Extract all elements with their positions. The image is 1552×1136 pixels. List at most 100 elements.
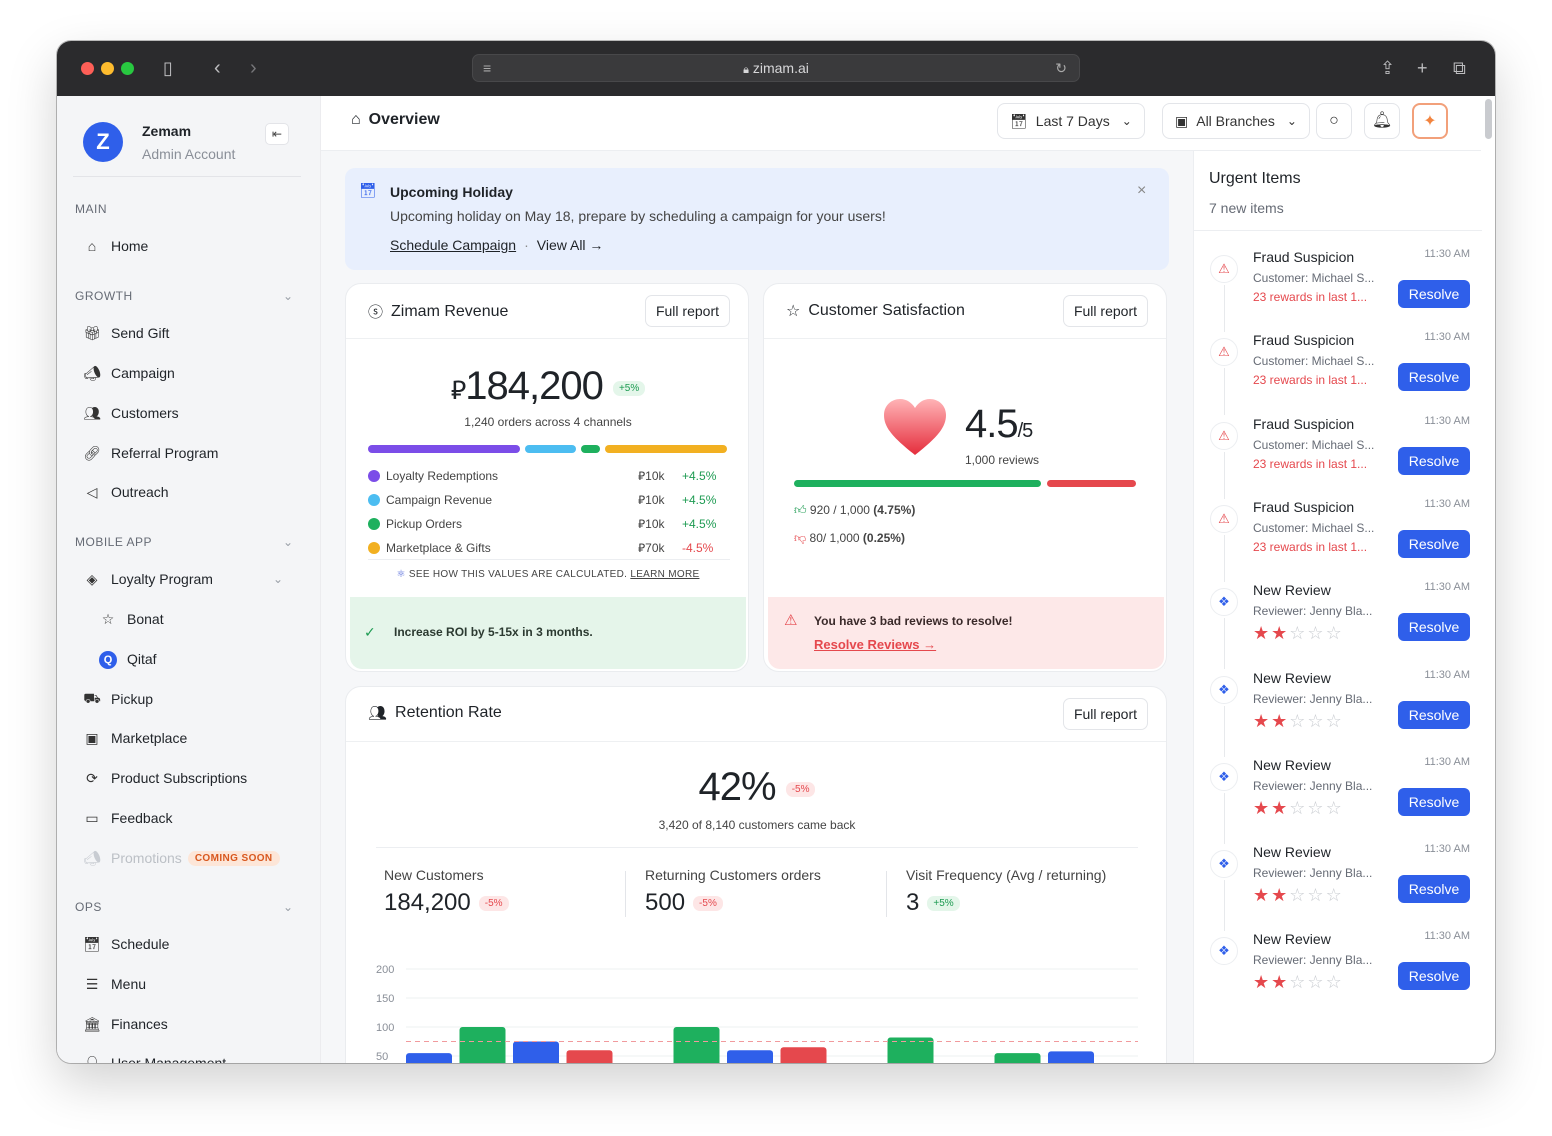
sidebar-item-bonat[interactable]: ☆ Bonat	[91, 602, 319, 636]
tab-overview-icon[interactable]: ⧉	[1453, 58, 1466, 78]
full-report-button[interactable]: Full report	[1062, 295, 1148, 327]
tag-icon: ◈	[86, 570, 98, 587]
resolve-button[interactable]: Resolve	[1398, 529, 1470, 558]
home-icon: ⌂	[87, 238, 97, 254]
minimize-window-button[interactable]	[101, 62, 114, 75]
channel-label: Loyalty Redemptions	[386, 469, 499, 483]
urgent-item-title: Fraud Suspicion	[1253, 498, 1355, 515]
resolve-button[interactable]: Resolve	[1398, 700, 1470, 729]
chevron-down-icon[interactable]: ⌄	[283, 900, 293, 914]
urgent-item-subject: Customer: Michael S...	[1253, 354, 1375, 369]
sidebar-item-outreach[interactable]: ◁ Outreach	[75, 475, 303, 509]
resolve-button[interactable]: Resolve	[1398, 280, 1470, 308]
urgent-item: ❖ New Review Reviewer: Jenny Bla... ★★☆☆☆ 11…	[1210, 756, 1470, 844]
sidebar-item-marketplace[interactable]: ▣ Marketplace	[75, 721, 303, 755]
calendar-icon: 📅︎	[83, 935, 101, 952]
retention-stat: New Customers 184,200 -5%	[384, 867, 624, 927]
sidebar-item-loyalty-program[interactable]: ◈ Loyalty Program ⌄	[75, 562, 303, 596]
review-count: 1,000 reviews	[965, 453, 1040, 467]
chart-bar[interactable]	[1048, 1051, 1094, 1063]
ai-assistant-button[interactable]: ✦	[1412, 103, 1448, 139]
negative-share-bar	[1047, 480, 1136, 487]
search-button[interactable]: ○	[1316, 103, 1352, 139]
retention-rate: 42%	[698, 765, 777, 809]
chart-bar[interactable]	[994, 1053, 1041, 1063]
chart-bar[interactable]	[406, 1053, 452, 1063]
section-title-main: MAIN	[75, 202, 107, 216]
close-icon[interactable]: ×	[1137, 182, 1146, 200]
page-menu-icon[interactable]: ≡	[483, 55, 491, 81]
chart-bar[interactable]	[673, 1027, 720, 1063]
chevron-down-icon[interactable]: ⌄	[283, 535, 293, 549]
star-empty-icon: ☆	[1325, 972, 1344, 993]
sidebar-item-customers[interactable]: 👥︎ Customers	[75, 396, 303, 430]
banner-text: Upcoming holiday on May 18, prepare by s…	[390, 208, 886, 224]
chart-bar[interactable]	[727, 1050, 773, 1063]
urgent-item: ⚠ Fraud Suspicion Customer: Michael S... 23…	[1210, 415, 1470, 499]
schedule-campaign-link[interactable]: Schedule Campaign	[390, 237, 516, 253]
sidebar-item-menu[interactable]: ☰ Menu	[75, 967, 303, 1001]
view-all-link[interactable]: View All →	[537, 237, 604, 253]
main-area: ⌂ Overview 📅︎ Last 7 Days ⌄ ▣ All Branches ⌄ …	[321, 96, 1482, 1064]
resolve-button[interactable]: Resolve	[1398, 962, 1470, 991]
sidebar-item-send-gift[interactable]: 🎁︎ Send Gift	[75, 316, 303, 350]
full-report-button[interactable]: Full report	[644, 295, 730, 327]
review-icon: ❖	[1210, 675, 1238, 704]
new-tab-icon[interactable]: +	[1417, 58, 1428, 78]
sidebar-item-home[interactable]: ⌂ Home	[75, 229, 303, 263]
share-icon[interactable]: ⇪	[1380, 58, 1395, 78]
link-icon: 🔗︎	[83, 444, 101, 461]
channel-label: Campaign Revenue	[386, 493, 493, 507]
sidebar-item-finances[interactable]: 🏛︎ Finances	[75, 1007, 303, 1041]
collapse-sidebar-button[interactable]: ⇤	[265, 123, 289, 145]
sidebar-item-qitaf[interactable]: Q Qitaf	[91, 642, 319, 676]
urgent-item-subject: Customer: Michael S...	[1253, 271, 1375, 285]
sidebar-item-pickup[interactable]: ⛟ Pickup	[75, 682, 303, 716]
scrollbar[interactable]	[1485, 99, 1492, 139]
sidebar-item-product-subscriptions[interactable]: ⟳ Product Subscriptions	[75, 761, 303, 795]
resolve-reviews-link[interactable]: Resolve Reviews →	[814, 637, 936, 652]
resolve-button[interactable]: Resolve	[1398, 446, 1470, 475]
learn-more-link[interactable]: LEARN MORE	[630, 569, 699, 580]
resolve-button[interactable]: Resolve	[1398, 613, 1470, 642]
star-empty-icon: ☆	[1307, 885, 1326, 906]
urgent-item-time: 11:30 AM	[1424, 668, 1470, 681]
forward-icon[interactable]: ›	[250, 58, 257, 78]
chevron-down-icon: ⌄	[273, 572, 284, 586]
star-empty-icon: ☆	[1289, 710, 1308, 731]
date-range-select[interactable]: 📅︎ Last 7 Days ⌄	[997, 103, 1145, 139]
maximize-window-button[interactable]	[121, 62, 134, 75]
resolve-button[interactable]: Resolve	[1398, 363, 1470, 392]
sidebar-item-campaign[interactable]: 📣︎ Campaign	[75, 356, 303, 390]
sidebar-toggle-icon[interactable]: ▯	[163, 58, 173, 78]
reload-icon[interactable]: ↻	[1055, 55, 1067, 81]
star-empty-icon: ☆	[1307, 797, 1326, 818]
chart-bar[interactable]	[513, 1041, 559, 1064]
urgent-count: 7 new items	[1209, 200, 1284, 216]
branches-select[interactable]: ▣ All Branches ⌄	[1162, 103, 1310, 139]
back-icon[interactable]: ‹	[214, 58, 221, 78]
chevron-down-icon: ⌄	[1121, 114, 1132, 128]
urgent-item-subject: Customer: Michael S...	[1253, 520, 1375, 535]
sidebar-item-feedback[interactable]: ▭ Feedback	[75, 801, 303, 835]
chart-bar[interactable]	[459, 1027, 506, 1063]
close-window-button[interactable]	[81, 62, 94, 75]
sidebar-item-referral-program[interactable]: 🔗︎ Referral Program	[75, 436, 303, 470]
resolve-button[interactable]: Resolve	[1398, 787, 1470, 816]
stat-change-badge: -5%	[693, 896, 723, 912]
resolve-button[interactable]: Resolve	[1398, 875, 1470, 904]
sidebar-item-schedule[interactable]: 📅︎ Schedule	[75, 927, 303, 961]
urgent-item-title: Fraud Suspicion	[1253, 332, 1355, 349]
url-bar[interactable]: ≡ 🔒︎ zimam.ai ↻	[472, 54, 1080, 82]
chart-bar[interactable]	[566, 1050, 613, 1063]
section-title-growth: GROWTH	[75, 289, 133, 303]
y-tick-label: 150	[376, 993, 394, 1005]
chevron-down-icon[interactable]: ⌄	[283, 289, 293, 303]
stat-label: Visit Frequency (Avg / returning)	[906, 867, 1107, 883]
sidebar-item-user-management[interactable]: 👤︎ User Management	[75, 1046, 303, 1064]
notifications-button[interactable]: 🔔︎	[1364, 103, 1400, 139]
urgent-item-time: 11:30 AM	[1424, 930, 1470, 943]
full-report-button[interactable]: Full report	[1062, 698, 1148, 730]
urgent-item-warning: 23 rewards in last 1...	[1253, 456, 1368, 471]
chart-bar[interactable]	[780, 1047, 827, 1063]
